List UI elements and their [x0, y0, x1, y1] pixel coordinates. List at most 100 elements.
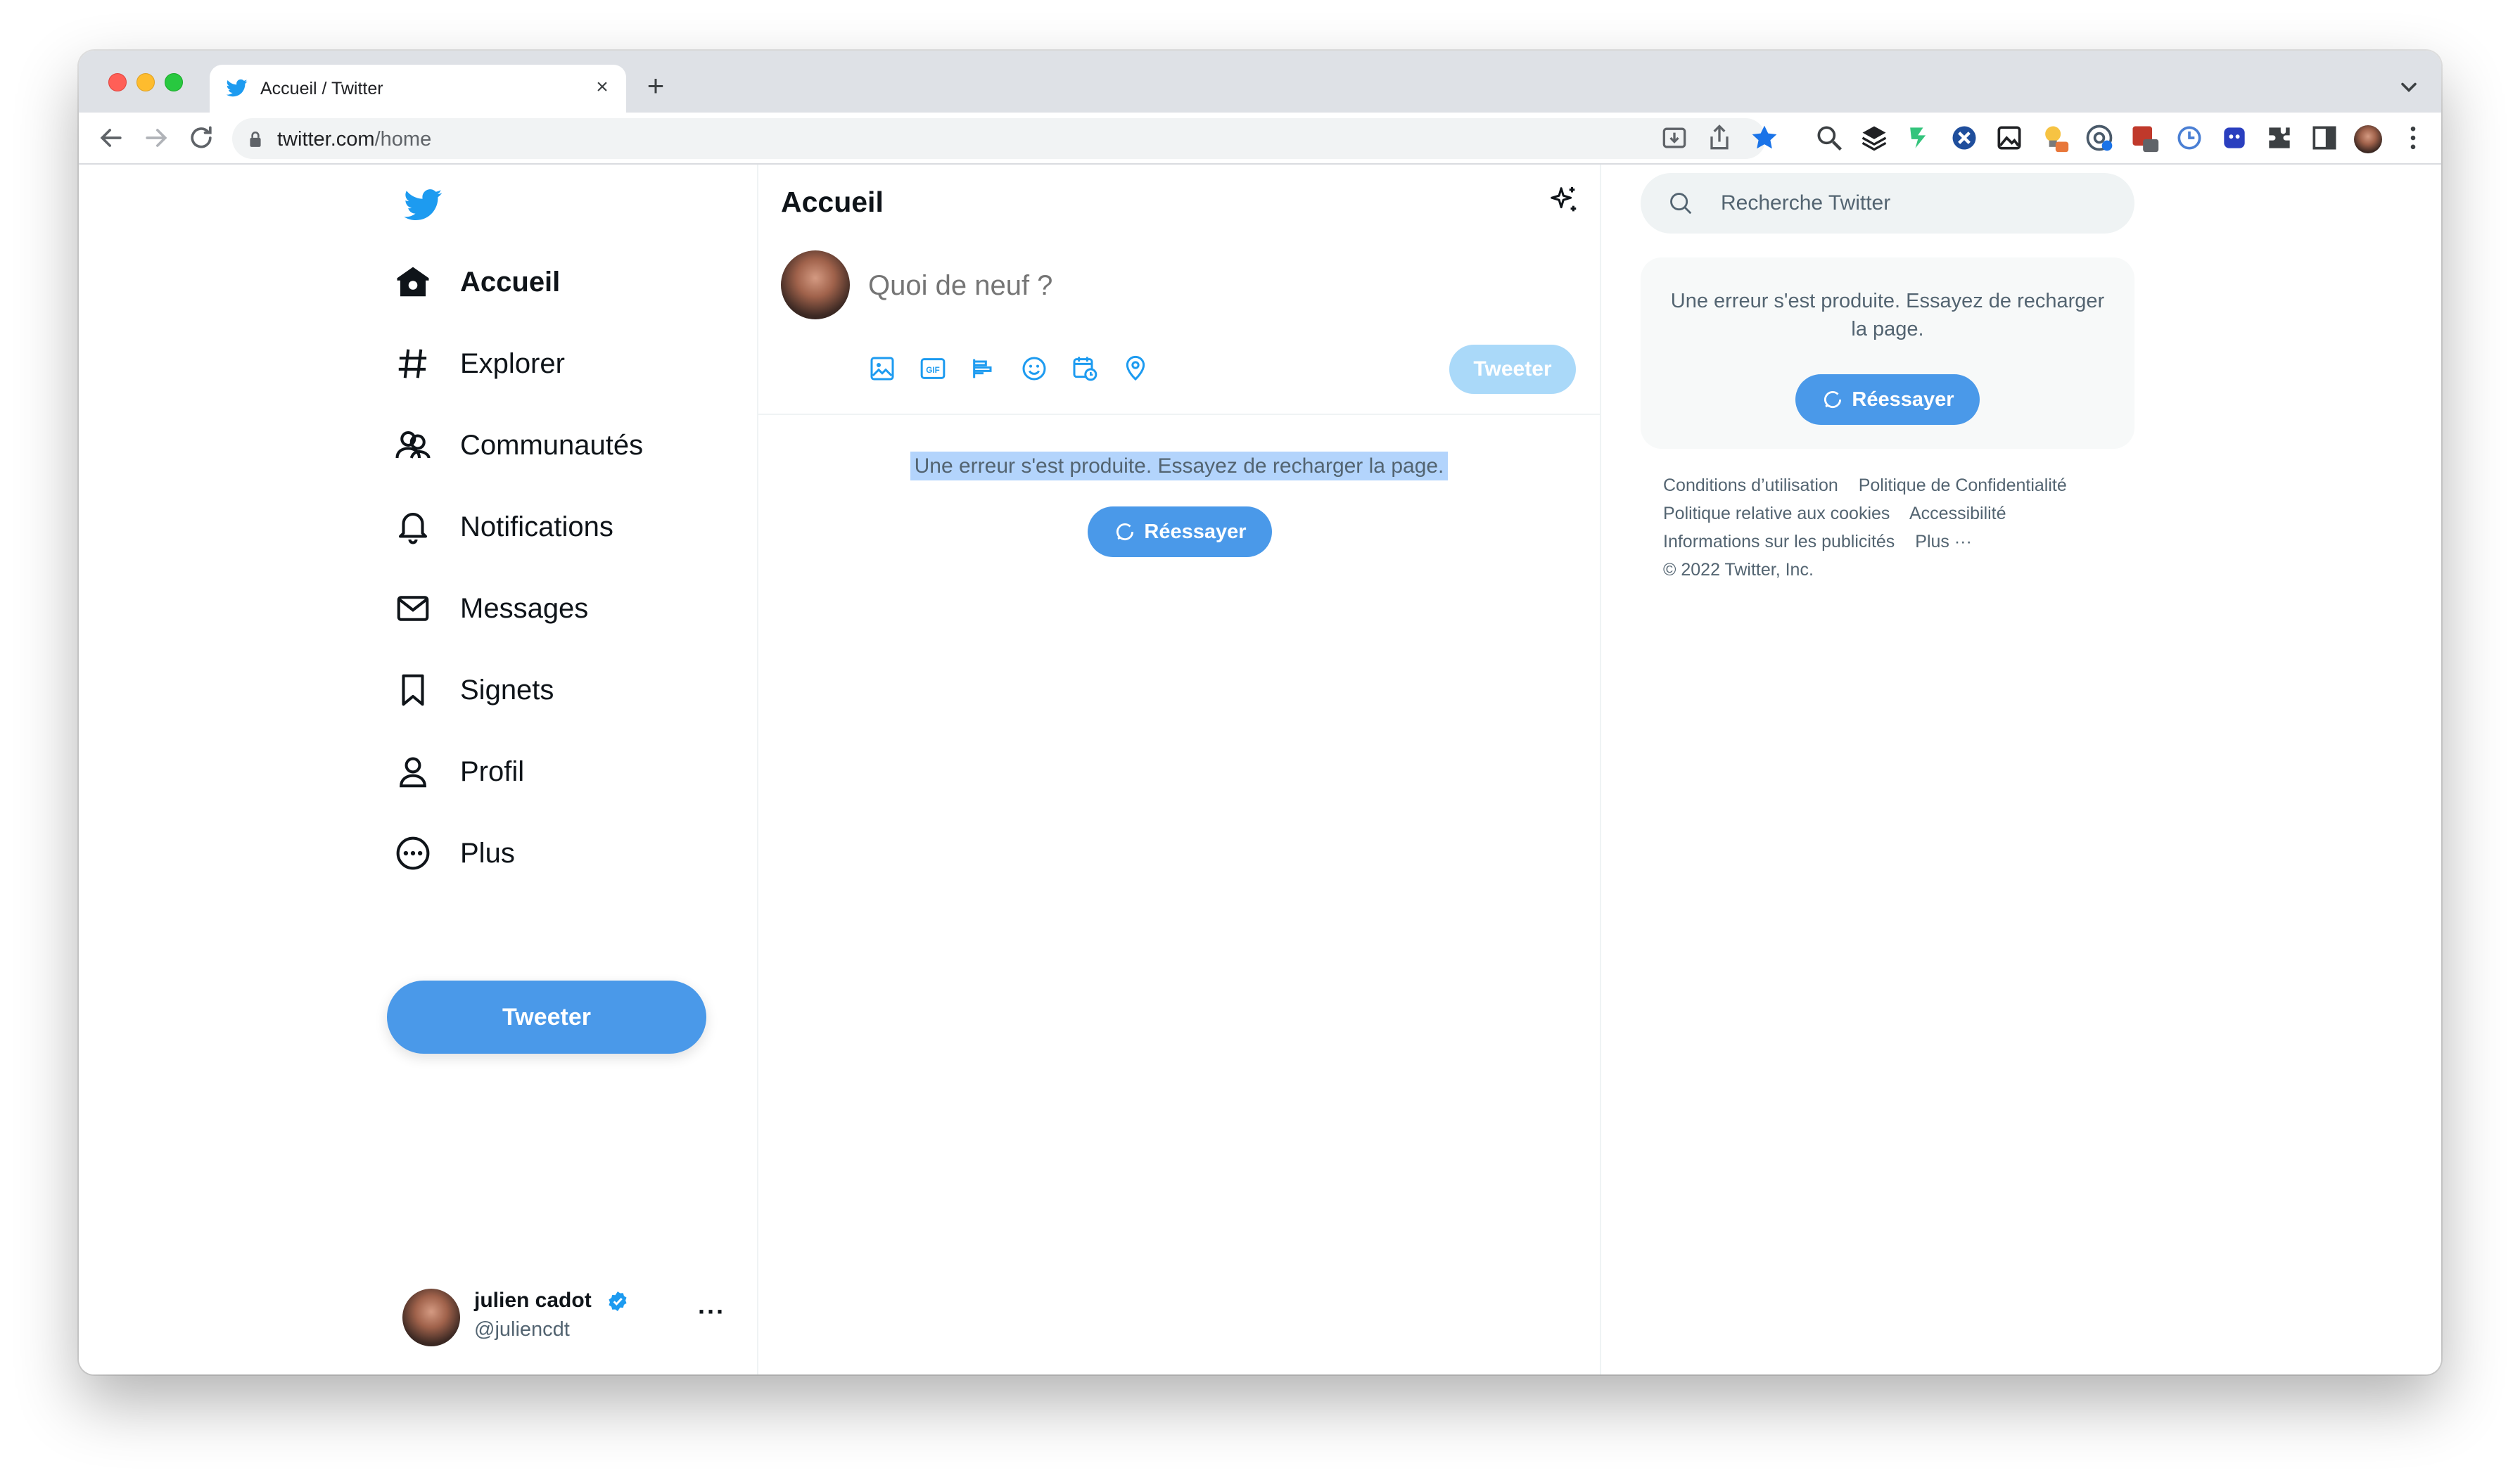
retry-label: Réessayer	[1852, 388, 1954, 411]
retry-label: Réessayer	[1144, 520, 1247, 543]
emoji-button[interactable]	[1020, 355, 1051, 385]
footer-link-ads[interactable]: Informations sur les publicités	[1663, 532, 1895, 551]
more-circle-icon	[396, 836, 430, 870]
poll-button[interactable]	[969, 355, 1000, 385]
profile-avatar[interactable]	[2354, 125, 2382, 153]
twitter-page: Accueil Explorer Communautés Notificatio…	[79, 165, 2441, 1374]
sidebar-item-more[interactable]: Plus	[394, 823, 515, 883]
error-message-text: Une erreur s'est produite. Essayez de re…	[910, 452, 1449, 480]
at-sign-extension-icon[interactable]	[2084, 122, 2115, 153]
blue-circle-extension-icon[interactable]	[1949, 122, 1980, 153]
minimize-window-button[interactable]	[136, 73, 155, 91]
error-message-text: Une erreur s'est produite. Essayez de re…	[1670, 290, 2105, 340]
robot-extension-icon[interactable]	[2219, 122, 2250, 153]
page-title: Accueil	[781, 186, 884, 218]
right-sidebar: Recherche Twitter Une erreur s'est produ…	[1601, 165, 2441, 1374]
footer-link-accessibility[interactable]: Accessibilité	[1909, 504, 2006, 523]
sidebar-item-bookmarks[interactable]: Signets	[394, 660, 554, 720]
sidebar-item-label: Messages	[460, 592, 589, 624]
footer-link-cookies[interactable]: Politique relative aux cookies	[1663, 504, 1890, 523]
side-panel-icon[interactable]	[2309, 122, 2340, 153]
retry-button[interactable]: Réessayer	[1795, 374, 1980, 425]
tab-close-icon[interactable]: ×	[590, 75, 615, 100]
new-tab-button[interactable]: +	[640, 71, 671, 103]
search-extension-icon[interactable]	[1814, 122, 1845, 153]
image-extension-icon[interactable]	[1994, 122, 2025, 153]
leaf-extension-icon[interactable]	[1904, 122, 1935, 153]
compose-tweet-input[interactable]	[868, 270, 1431, 302]
communities-icon	[395, 430, 431, 459]
timeline-error-message: Une erreur s'est produite. Essayez de re…	[758, 452, 1600, 480]
tweet-button[interactable]: Tweeter	[387, 981, 706, 1054]
sidebar-item-label: Profil	[460, 755, 525, 787]
sidebar-item-home[interactable]: Accueil	[394, 252, 560, 312]
sidebar-item-profile[interactable]: Profil	[394, 741, 524, 802]
account-switcher[interactable]: julien cadot @juliencdt ···	[402, 1283, 733, 1351]
footer-link-more[interactable]: Plus ···	[1915, 532, 1972, 551]
reload-icon[interactable]	[186, 122, 217, 153]
chevron-down-icon[interactable]	[2396, 75, 2422, 100]
back-arrow-icon[interactable]	[96, 122, 127, 153]
schedule-button[interactable]	[1071, 355, 1102, 385]
kebab-menu-icon[interactable]	[2398, 122, 2429, 153]
twitter-logo-icon[interactable]	[402, 186, 445, 224]
more-options-icon[interactable]: ···	[698, 1297, 725, 1327]
user-display-name: julien cadot	[474, 1289, 592, 1312]
home-icon	[397, 267, 429, 297]
calendar-extension-icon[interactable]	[2129, 122, 2160, 153]
footer-link-privacy[interactable]: Politique de Confidentialité	[1859, 476, 2067, 495]
forward-arrow-icon[interactable]	[141, 122, 172, 153]
tab-title: Accueil / Twitter	[260, 79, 383, 98]
verified-badge-icon	[609, 1291, 627, 1311]
bookmark-star-icon[interactable]	[1749, 122, 1780, 153]
hashtag-icon	[398, 349, 427, 378]
compose-tweet-button[interactable]: Tweeter	[1449, 345, 1576, 394]
browser-window: Accueil / Twitter × + twitter.com/home A…	[79, 51, 2441, 1374]
main-column: Accueil GIF	[757, 165, 1601, 1374]
sidebar-item-label: Communautés	[460, 429, 644, 461]
address-bar[interactable]: twitter.com/home	[232, 118, 1766, 159]
search-input[interactable]: Recherche Twitter	[1641, 173, 2134, 234]
envelope-icon	[397, 596, 429, 621]
sidebar-item-label: Notifications	[460, 511, 613, 542]
trends-error-card: Une erreur s'est produite. Essayez de re…	[1641, 257, 2134, 449]
lock-icon	[250, 131, 261, 147]
retry-button[interactable]: Réessayer	[1088, 506, 1272, 557]
url-path: /home	[374, 128, 432, 151]
zoom-window-button[interactable]	[165, 73, 183, 91]
close-window-button[interactable]	[108, 73, 127, 91]
user-handle: @juliencdt	[474, 1318, 570, 1341]
composer-avatar	[781, 250, 850, 319]
clock-extension-icon[interactable]	[2174, 122, 2205, 153]
search-placeholder: Recherche Twitter	[1721, 191, 1891, 215]
footer-copyright: © 2022 Twitter, Inc.	[1663, 560, 1814, 580]
location-button[interactable]	[1121, 355, 1152, 385]
divider	[758, 414, 1600, 415]
search-icon	[1670, 193, 1692, 215]
gif-button[interactable]: GIF	[919, 355, 950, 385]
install-app-icon[interactable]	[1659, 122, 1690, 153]
sparkle-icon[interactable]	[1548, 184, 1580, 217]
footer-link-terms[interactable]: Conditions d’utilisation	[1663, 476, 1838, 495]
image-icon	[870, 357, 894, 381]
lightbulb-extension-icon[interactable]	[2039, 122, 2070, 153]
refresh-icon	[1116, 523, 1134, 541]
layers-extension-icon[interactable]	[1859, 122, 1890, 153]
sidebar-item-communities[interactable]: Communautés	[394, 415, 643, 476]
composer-toolbar: GIF	[868, 355, 1172, 385]
location-pin-icon	[1126, 355, 1145, 381]
puzzle-extensions-icon[interactable]	[2264, 122, 2295, 153]
sidebar-item-notifications[interactable]: Notifications	[394, 497, 613, 557]
media-button[interactable]	[868, 355, 899, 385]
poll-icon	[973, 359, 992, 378]
calendar-clock-icon	[1073, 357, 1097, 381]
sidebar-item-explore[interactable]: Explorer	[394, 333, 565, 394]
share-icon[interactable]	[1704, 122, 1735, 153]
sidebar-item-label: Explorer	[460, 347, 565, 379]
browser-tab[interactable]: Accueil / Twitter ×	[210, 65, 626, 113]
bell-icon	[398, 512, 428, 544]
url-host: twitter.com	[277, 128, 375, 151]
url-text: twitter.com/home	[277, 128, 431, 151]
sidebar-item-messages[interactable]: Messages	[394, 578, 588, 639]
browser-titlebar: Accueil / Twitter × +	[79, 51, 2441, 113]
